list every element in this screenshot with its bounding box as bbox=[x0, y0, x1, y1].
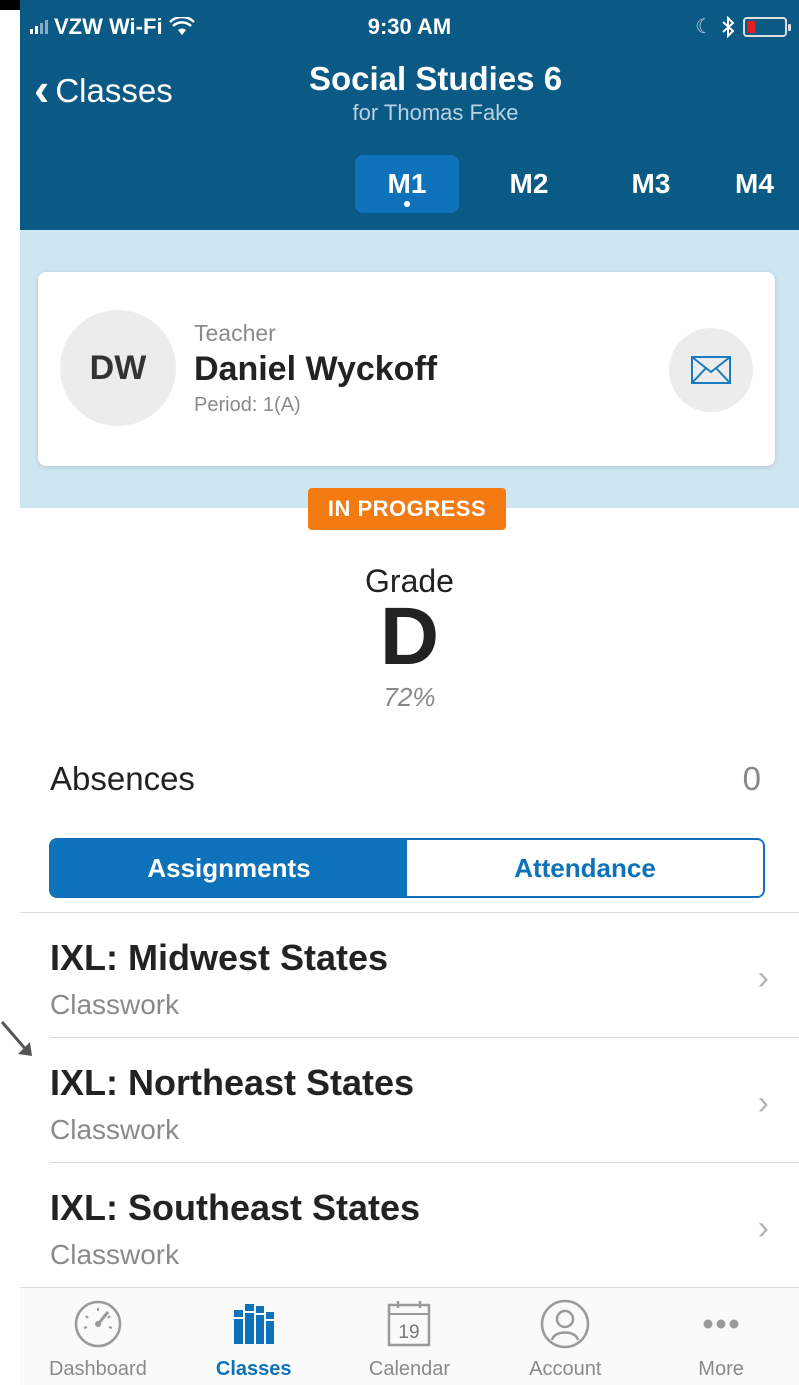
absences-label: Absences bbox=[50, 760, 195, 797]
absences-value: 0 bbox=[742, 760, 761, 797]
teacher-name: Daniel Wyckoff bbox=[194, 350, 438, 388]
tab-label: Account bbox=[529, 1358, 602, 1380]
calendar-icon: 19 bbox=[388, 1301, 431, 1347]
teacher-role: Teacher bbox=[194, 320, 276, 346]
clock: 9:30 AM bbox=[367, 14, 452, 39]
page-subtitle: for Thomas Fake bbox=[352, 100, 519, 125]
page-title: Social Studies 6 bbox=[308, 60, 563, 97]
grade-percent: 72% bbox=[383, 682, 436, 712]
avatar: DW bbox=[60, 310, 176, 426]
ellipsis-icon bbox=[703, 1319, 739, 1329]
assignment-title: IXL: Northeast States bbox=[50, 1062, 415, 1103]
email-teacher-button[interactable] bbox=[669, 328, 753, 412]
list-item[interactable]: IXL: Southeast States Classwork › bbox=[50, 1163, 799, 1288]
phone-screen: VZW Wi-Fi 9:30 AM ☾ ‹ Classes Social Stu… bbox=[20, 0, 799, 1385]
segment-attendance[interactable]: Attendance bbox=[407, 840, 763, 896]
list-item[interactable]: IXL: Midwest States Classwork › bbox=[50, 913, 799, 1038]
tab-classes[interactable]: Classes bbox=[176, 1288, 332, 1385]
tab-more[interactable]: More bbox=[643, 1288, 799, 1385]
assignment-list: IXL: Midwest States Classwork › IXL: Nor… bbox=[20, 912, 799, 1288]
tab-m2[interactable]: M2 bbox=[477, 155, 581, 213]
tab-m3[interactable]: M3 bbox=[599, 155, 703, 213]
tab-label: Classes bbox=[215, 1358, 292, 1380]
grade-letter: D bbox=[379, 591, 440, 682]
teacher-card: DW Teacher Daniel Wyckoff Period: 1(A) bbox=[38, 272, 775, 466]
tab-account[interactable]: Account bbox=[487, 1288, 643, 1385]
segment-assignments[interactable]: Assignments bbox=[51, 840, 407, 896]
chevron-right-icon: › bbox=[757, 1209, 769, 1247]
tab-m1[interactable]: M1 bbox=[355, 155, 459, 213]
tab-bar: Dashboard Classes 19 Calendar Account Mo… bbox=[20, 1287, 799, 1385]
chevron-right-icon: › bbox=[757, 959, 769, 997]
assignment-category: Classwork bbox=[50, 1239, 180, 1270]
title-block: Social Studies 6 for Thomas Fake bbox=[20, 60, 799, 126]
status-right: ☾ bbox=[695, 14, 791, 39]
books-icon bbox=[233, 1304, 274, 1344]
view-segmented-control: Assignments Attendance bbox=[49, 838, 765, 898]
moon-icon: ☾ bbox=[695, 16, 713, 38]
envelope-icon bbox=[691, 356, 731, 384]
battery-icon bbox=[743, 16, 791, 37]
bluetooth-icon bbox=[722, 15, 735, 38]
annotation-arrow-icon bbox=[0, 1021, 32, 1056]
calendar-day: 19 bbox=[399, 1322, 420, 1343]
assignment-category: Classwork bbox=[50, 989, 180, 1020]
teacher-section: DW Teacher Daniel Wyckoff Period: 1(A) bbox=[20, 230, 799, 508]
marking-period-tabs: M1 M2 M3 M4 bbox=[355, 155, 799, 213]
status-badge: IN PROGRESS bbox=[308, 488, 506, 530]
assignment-title: IXL: Midwest States bbox=[50, 937, 389, 978]
header: VZW Wi-Fi 9:30 AM ☾ ‹ Classes Social Stu… bbox=[20, 0, 799, 230]
teacher-period: Period: 1(A) bbox=[194, 394, 301, 416]
list-item[interactable]: IXL: Northeast States Classwork › bbox=[50, 1038, 799, 1163]
tab-calendar[interactable]: 19 Calendar bbox=[332, 1288, 488, 1385]
assignment-category: Classwork bbox=[50, 1114, 180, 1145]
tab-label: Dashboard bbox=[48, 1358, 147, 1380]
assignment-title: IXL: Southeast States bbox=[50, 1187, 421, 1228]
tab-m4[interactable]: M4 bbox=[721, 155, 799, 213]
person-icon bbox=[541, 1299, 590, 1349]
tab-dashboard[interactable]: Dashboard bbox=[20, 1288, 176, 1385]
tab-label: More bbox=[698, 1358, 744, 1380]
chevron-right-icon: › bbox=[757, 1084, 769, 1122]
speedometer-icon bbox=[74, 1300, 122, 1348]
status-bar: VZW Wi-Fi 9:30 AM ☾ bbox=[20, 0, 799, 58]
tab-label: Calendar bbox=[368, 1358, 451, 1380]
